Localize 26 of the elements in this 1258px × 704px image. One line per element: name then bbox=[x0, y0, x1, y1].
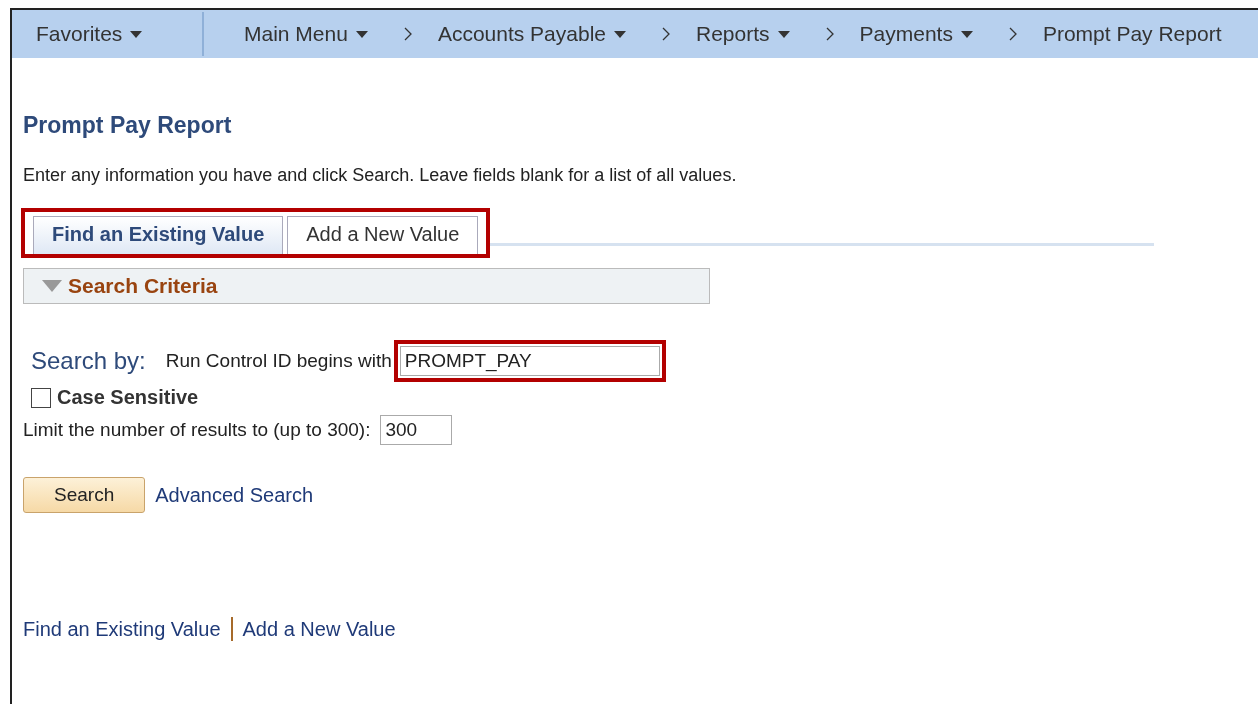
checkbox-label: Case Sensitive bbox=[57, 386, 199, 409]
search-button[interactable]: Search bbox=[23, 477, 146, 513]
search-by-label: Search by: bbox=[31, 347, 146, 375]
field-label: Run Control ID begins with bbox=[165, 350, 392, 372]
footer-link[interactable]: Add a New Value bbox=[242, 617, 396, 641]
chevron-right-icon bbox=[662, 27, 670, 41]
chevron-right-icon bbox=[1008, 27, 1017, 41]
limit-label: Limit the number of results to (up to 300): bbox=[23, 419, 371, 441]
tab[interactable]: Add a New Value bbox=[287, 216, 479, 254]
breadcrumb-link[interactable]: Accounts Payable bbox=[437, 22, 626, 46]
chevron-right-icon bbox=[825, 27, 834, 41]
breadcrumb-link[interactable]: Main Menu bbox=[244, 22, 368, 46]
limit-field[interactable]: 300 bbox=[380, 415, 453, 445]
breadcrumb-link[interactable]: Payments bbox=[859, 22, 973, 46]
chevron-right-icon bbox=[403, 27, 412, 41]
favorites-menu[interactable]: Favorites bbox=[36, 22, 143, 46]
page-title: Prompt Pay Report bbox=[23, 111, 233, 139]
tab[interactable]: Find an Existing Value bbox=[33, 216, 284, 254]
section-title: Search Criteria bbox=[68, 274, 218, 298]
checkbox[interactable] bbox=[31, 387, 51, 408]
breadcrumb-link[interactable]: Reports bbox=[696, 22, 790, 46]
advanced-search-link[interactable]: Advanced Search bbox=[155, 483, 314, 507]
breadcrumb-link[interactable]: Prompt Pay Report bbox=[1042, 22, 1222, 46]
footer-link[interactable]: Find an Existing Value bbox=[23, 617, 221, 641]
instructions-text: Enter any information you have and click Search. Leave fields blank for a list of all values. bbox=[23, 165, 738, 186]
run-control-id-field[interactable]: PROMPT_PAY bbox=[399, 346, 660, 376]
